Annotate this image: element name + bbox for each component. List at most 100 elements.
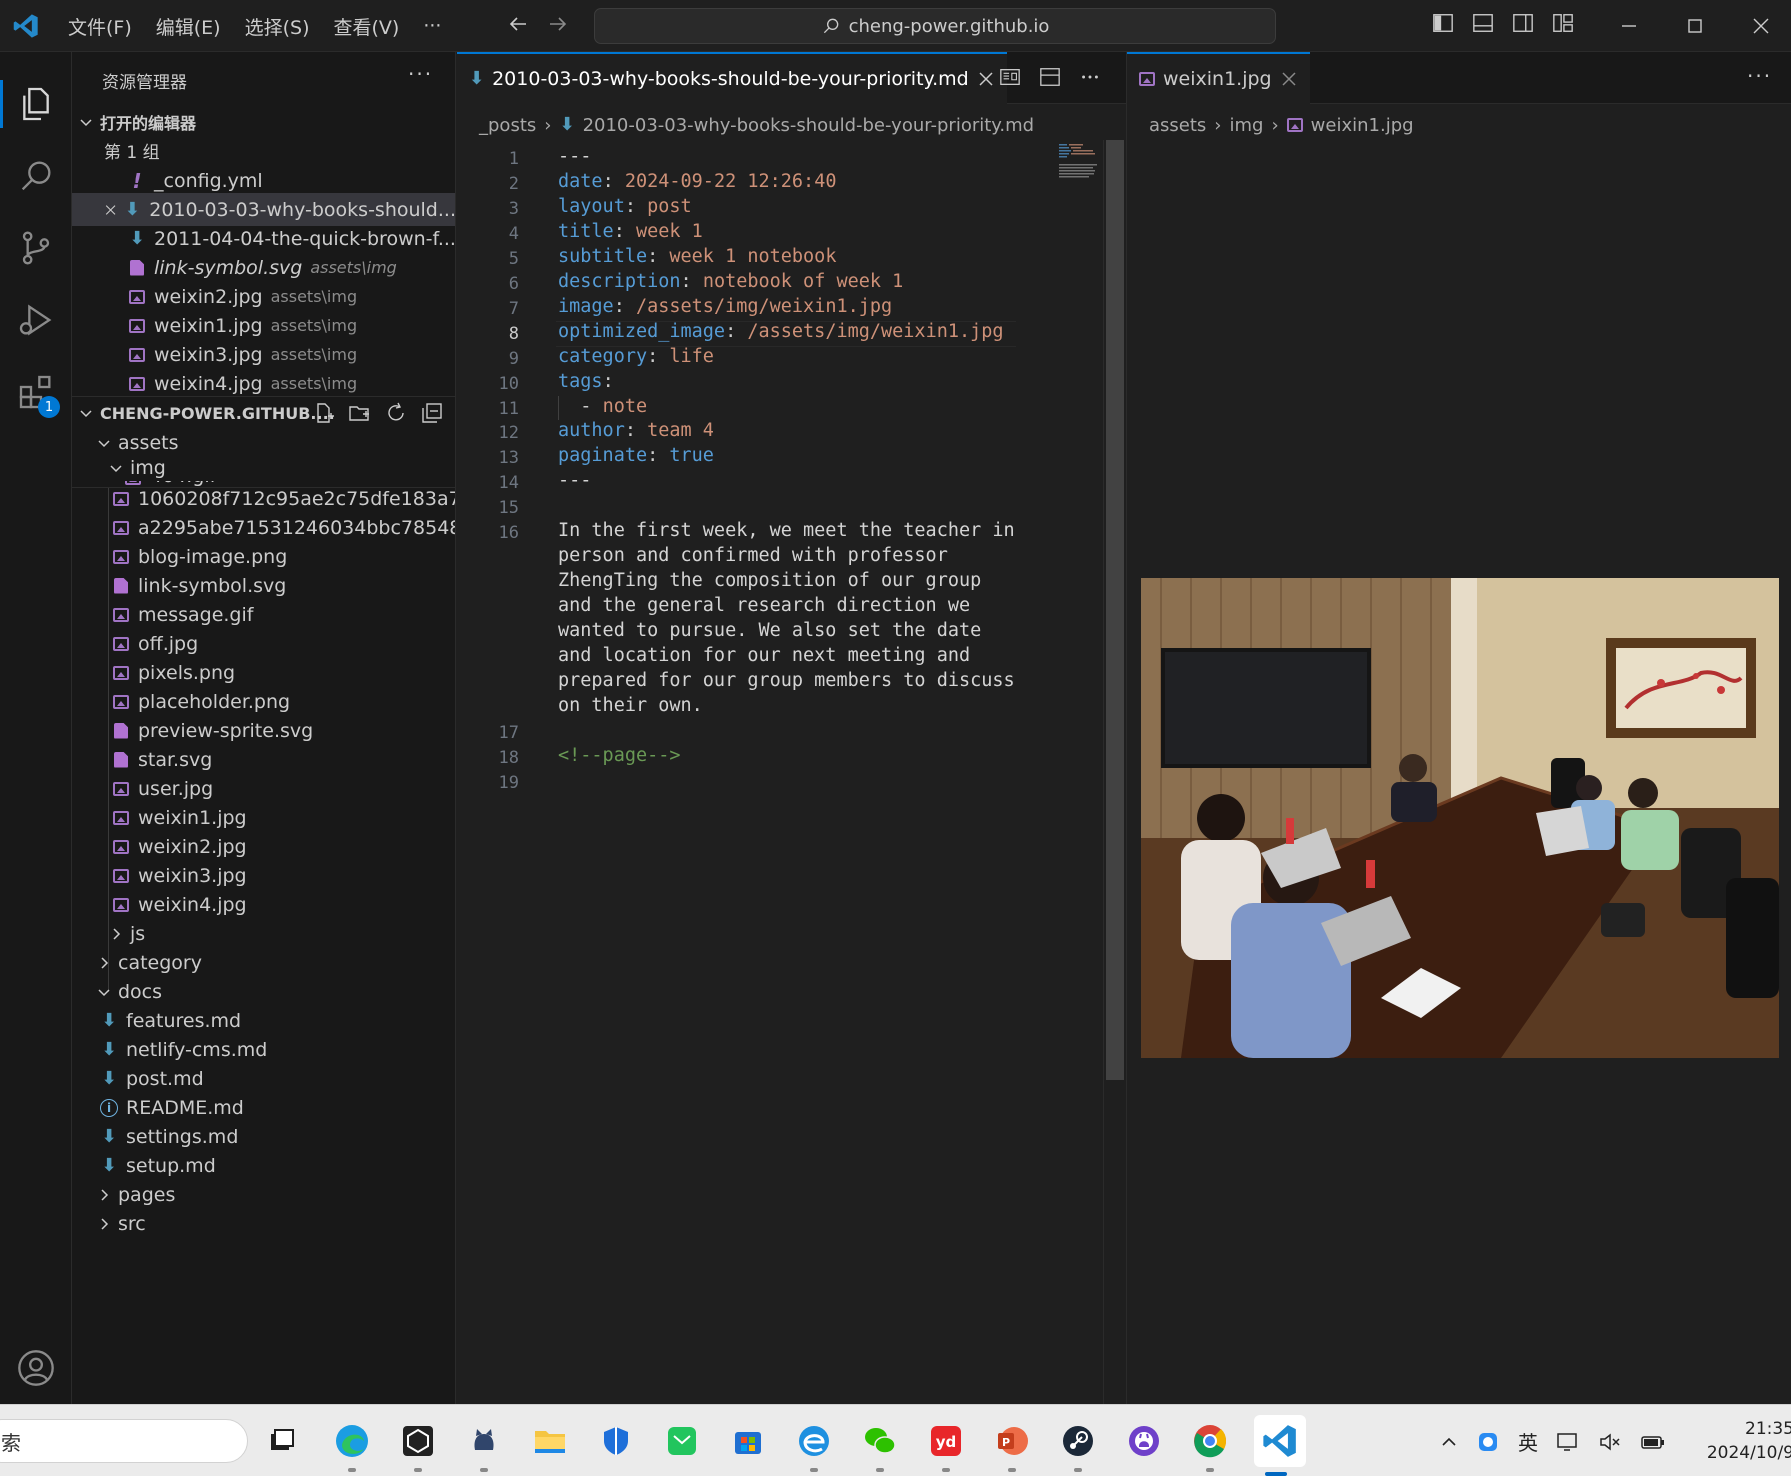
search-view-button[interactable] <box>0 140 72 212</box>
file-name: star.svg <box>138 748 213 771</box>
taskbar-app[interactable] <box>594 1419 638 1463</box>
source-control-view-button[interactable] <box>0 212 72 284</box>
taskbar-app[interactable] <box>528 1419 572 1463</box>
breadcrumb-item[interactable]: img <box>1230 115 1264 136</box>
minimap[interactable] <box>1057 140 1101 200</box>
editor-group-2: weixin1.jpg ··· assets › img › weixin1.j… <box>1126 52 1791 1404</box>
toggle-sidebar-icon[interactable] <box>1432 12 1454 34</box>
taskbar-app[interactable] <box>858 1419 902 1472</box>
github-cat-icon <box>474 1429 494 1450</box>
tab-image-file[interactable]: weixin1.jpg <box>1127 52 1310 104</box>
code-text: : <box>624 420 648 442</box>
taskbar-app[interactable] <box>330 1419 374 1472</box>
file-name: setup.md <box>126 1154 216 1177</box>
folder-label: docs <box>118 980 163 1003</box>
line-number: 5 <box>508 248 519 269</box>
back-arrow-icon[interactable] <box>506 12 530 36</box>
command-center-search[interactable]: cheng-power.github.io <box>594 8 1276 44</box>
new-folder-icon[interactable] <box>348 401 372 425</box>
code-line: prepared for our group members to discus… <box>558 670 1015 691</box>
split-editor-icon[interactable] <box>1039 66 1061 88</box>
more-actions-icon[interactable] <box>1079 66 1101 88</box>
open-preview-icon[interactable] <box>999 66 1021 88</box>
chevron-down-icon <box>80 410 92 418</box>
indent-guide <box>558 395 559 421</box>
vscode-logo-icon[interactable] <box>12 12 40 40</box>
taskbar-app[interactable]: P <box>990 1419 1034 1472</box>
more-actions-button[interactable]: ··· <box>1747 64 1772 88</box>
code-text: : <box>602 170 625 192</box>
taskbar-app-active[interactable] <box>1254 1415 1306 1476</box>
image-file-icon <box>113 491 129 506</box>
close-icon[interactable] <box>977 70 995 88</box>
taskbar-app[interactable] <box>1122 1419 1166 1463</box>
scrollbar-thumb[interactable] <box>1106 140 1124 1080</box>
close-icon[interactable] <box>1280 70 1298 88</box>
breadcrumb-item[interactable]: weixin1.jpg <box>1311 115 1414 136</box>
collapse-all-icon[interactable] <box>420 401 444 425</box>
taskbar-search-box[interactable]: 索 <box>0 1419 248 1463</box>
editor-scrollbar[interactable] <box>1103 140 1124 1404</box>
running-indicator <box>348 1468 356 1472</box>
minimize-button[interactable] <box>1596 0 1662 52</box>
taskbar-app[interactable] <box>726 1419 770 1463</box>
accounts-button[interactable] <box>0 1332 72 1404</box>
network-icon[interactable] <box>1556 1430 1580 1454</box>
taskbar-app[interactable] <box>1188 1419 1232 1472</box>
taskbar-app[interactable] <box>792 1419 836 1472</box>
customize-layout-icon[interactable] <box>1552 12 1574 34</box>
volume-muted-icon[interactable] <box>1598 1430 1622 1454</box>
code-line: person and confirmed with professor <box>558 545 948 566</box>
taskbar-app[interactable]: yd <box>924 1419 968 1472</box>
toggle-secondary-sidebar-icon[interactable] <box>1512 12 1534 34</box>
breadcrumb-item[interactable]: assets <box>1149 115 1206 136</box>
navigation-buttons <box>506 12 572 40</box>
taskbar-app[interactable] <box>396 1419 440 1472</box>
folder-img[interactable]: img <box>72 455 455 481</box>
close-window-button[interactable] <box>1728 0 1791 52</box>
code-text: : <box>647 345 670 367</box>
sidebar-more-button[interactable]: ··· <box>408 62 433 86</box>
folder-src[interactable]: src <box>72 1207 455 1240</box>
search-icon <box>21 161 51 191</box>
battery-icon[interactable] <box>1640 1430 1666 1454</box>
yml-icon: ! <box>132 168 142 193</box>
menu-selection[interactable]: 选择(S) <box>233 13 322 40</box>
svg-file-icon <box>114 722 128 739</box>
taskbar-app[interactable] <box>260 1419 304 1463</box>
project-folder-header[interactable]: CHENG-POWER.GITHUB.... <box>72 396 455 429</box>
breadcrumb-item[interactable]: _posts <box>479 115 536 136</box>
clock[interactable]: 21:35 2024/10/9 <box>1704 1417 1791 1465</box>
menu-view[interactable]: 查看(V) <box>322 13 412 40</box>
code-text: ZhengTing the composition of our group <box>558 570 982 592</box>
chevron-up-icon[interactable] <box>1440 1433 1458 1451</box>
assistant-icon[interactable] <box>1476 1430 1500 1454</box>
forward-arrow-icon[interactable] <box>546 12 570 36</box>
open-editor-filename: weixin4.jpg <box>154 372 263 395</box>
taskbar-app[interactable] <box>462 1419 506 1472</box>
line-number: 4 <box>508 223 519 244</box>
menu-file[interactable]: 文件(F) <box>56 13 144 40</box>
open-editor-filename: link-symbol.svg <box>154 256 303 279</box>
taskbar-app[interactable] <box>660 1419 704 1463</box>
extensions-view-button[interactable]: 1 <box>0 356 72 428</box>
image-preview[interactable] <box>1141 578 1779 1058</box>
maximize-button[interactable] <box>1662 0 1728 52</box>
explorer-view-button[interactable] <box>0 68 72 140</box>
line-number: 19 <box>498 772 519 793</box>
tab-markdown-file[interactable]: ⬇ 2010-03-03-why-books-should-be-your-pr… <box>457 52 1007 104</box>
line-number: 2 <box>508 173 519 194</box>
run-debug-view-button[interactable] <box>0 284 72 356</box>
new-file-icon[interactable] <box>312 401 336 425</box>
yaml-key: tags <box>558 370 603 392</box>
breadcrumb-item[interactable]: 2010-03-03-why-books-should-be-your-prio… <box>583 115 1035 136</box>
close-icon[interactable] <box>104 201 117 219</box>
taskbar-app[interactable] <box>1056 1419 1100 1472</box>
menu-edit[interactable]: 编辑(E) <box>144 13 233 40</box>
breadcrumb: assets › img › weixin1.jpg <box>1149 110 1414 140</box>
toggle-panel-icon[interactable] <box>1472 12 1494 34</box>
refresh-icon[interactable] <box>384 401 408 425</box>
menu-more[interactable]: ··· <box>411 15 453 37</box>
chevron-down-icon <box>110 465 122 473</box>
ime-indicator[interactable]: 英 <box>1518 1427 1538 1456</box>
